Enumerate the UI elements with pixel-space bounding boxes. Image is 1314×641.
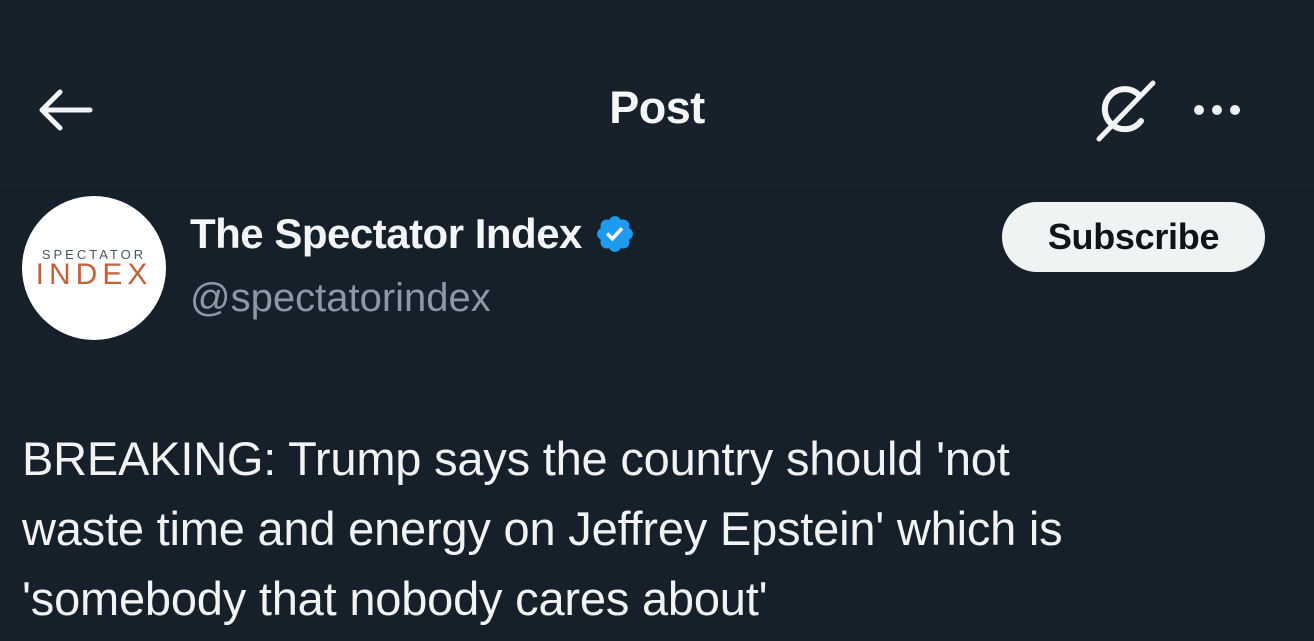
author-handle[interactable]: @spectatorindex (190, 276, 491, 321)
grok-icon (1096, 80, 1156, 142)
more-options-button[interactable] (1182, 90, 1252, 130)
post-body: BREAKING: Trump says the country should … (22, 424, 1282, 634)
grok-button[interactable] (1088, 75, 1164, 145)
post-text-line: BREAKING: Trump says the country should … (22, 432, 1010, 485)
avatar-logo-bottom: INDEX (35, 258, 153, 291)
post-text-line: waste time and energy on Jeffrey Epstein… (22, 502, 1063, 555)
author-name-row: The Spectator Index (190, 210, 636, 258)
verified-badge-icon (596, 216, 633, 252)
subscribe-button[interactable]: Subscribe (1002, 202, 1265, 272)
avatar[interactable]: SPECTATOR INDEX (22, 196, 166, 340)
author-display-name[interactable]: The Spectator Index (190, 210, 582, 258)
more-horizontal-icon (1190, 105, 1244, 115)
post-screen: Post SPECTATOR INDEX The Spectator Index… (0, 0, 1314, 641)
post-text-line: 'somebody that nobody cares about' (22, 572, 768, 625)
top-bar: Post (0, 0, 1314, 186)
